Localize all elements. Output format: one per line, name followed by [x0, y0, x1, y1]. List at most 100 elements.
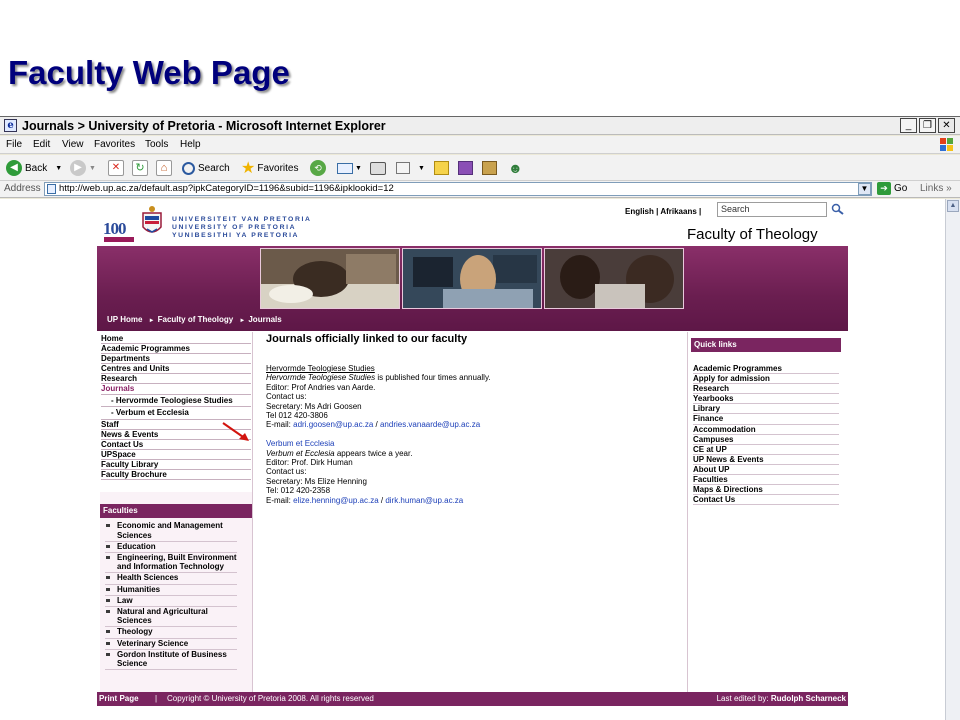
- address-input[interactable]: http://web.up.ac.za/default.asp?ipkCateg…: [44, 182, 872, 196]
- back-dropdown-icon[interactable]: ▼: [55, 165, 62, 172]
- back-arrow-icon: ◀: [6, 160, 22, 176]
- faculty-item[interactable]: Humanities: [105, 585, 237, 596]
- nav-journals[interactable]: Journals: [101, 384, 251, 395]
- quick-link[interactable]: CE at UP: [693, 445, 839, 455]
- journal2-title-link[interactable]: Verbum et Ecclesia: [266, 439, 666, 448]
- people-button[interactable]: ☻: [508, 159, 523, 177]
- toolbar: ◀ Back ▼ ▶ ▼ ✕ ↻ ⌂ Search ★ Favorites ⟲ …: [0, 155, 960, 181]
- breadcrumb-faculty[interactable]: Faculty of Theology: [158, 315, 234, 324]
- journal1-description-text: is published four times annually.: [375, 373, 491, 383]
- bullet-icon: [106, 555, 110, 559]
- edit-dropdown-icon[interactable]: ▼: [418, 165, 425, 172]
- journal1-email2-link[interactable]: andries.vanaarde@up.ac.za: [380, 420, 480, 429]
- journal1-email1-link[interactable]: adri.goosen@up.ac.za: [293, 420, 373, 429]
- faculty-item-label: Education: [117, 541, 156, 551]
- faculty-item-label: Humanities: [117, 584, 161, 594]
- links-button[interactable]: Links »: [920, 183, 952, 194]
- quick-link[interactable]: Campuses: [693, 435, 839, 445]
- lang-afrikaans-link[interactable]: Afrikaans: [660, 207, 696, 216]
- edit-button[interactable]: ▼: [396, 159, 425, 177]
- search-button[interactable]: Search: [182, 159, 230, 177]
- research-icon: [458, 161, 473, 175]
- last-edited: Last edited by: Rudolph Scharneck: [717, 692, 846, 706]
- faculty-item[interactable]: Law: [105, 596, 237, 607]
- quick-link[interactable]: Accommodation: [693, 425, 839, 435]
- minimize-button[interactable]: _: [900, 118, 917, 133]
- nav-sub-verbum[interactable]: - Verbum et Ecclesia: [101, 407, 251, 420]
- menubar: File Edit View Favorites Tools Help: [0, 136, 960, 154]
- print-button[interactable]: [370, 159, 386, 177]
- nav-faculty-brochure[interactable]: Faculty Brochure: [101, 470, 251, 481]
- back-button[interactable]: ◀ Back ▼: [6, 159, 62, 177]
- faculty-item[interactable]: Education: [105, 542, 237, 553]
- faculty-item[interactable]: Veterinary Science: [105, 639, 237, 650]
- faculty-item[interactable]: Engineering, Built Environment and Infor…: [105, 553, 237, 574]
- quick-link[interactable]: Academic Programmes: [693, 364, 839, 375]
- nav-centres-units[interactable]: Centres and Units: [101, 364, 251, 375]
- print-page-link[interactable]: Print Page: [99, 692, 139, 706]
- journal2-email1-link[interactable]: elize.henning@up.ac.za: [293, 496, 379, 505]
- nav-departments[interactable]: Departments: [101, 354, 251, 365]
- faculty-item[interactable]: Theology: [105, 627, 237, 639]
- refresh-button[interactable]: ↻: [132, 159, 151, 177]
- vertical-scrollbar[interactable]: ▲: [945, 199, 960, 720]
- site-search-input[interactable]: Search: [717, 202, 827, 217]
- quick-link[interactable]: Contact Us: [693, 495, 839, 506]
- breadcrumb-home[interactable]: UP Home: [107, 315, 142, 324]
- bullet-icon: [106, 587, 110, 591]
- menu-favorites[interactable]: Favorites: [94, 139, 135, 150]
- mail-dropdown-icon[interactable]: ▼: [355, 165, 362, 172]
- quick-link[interactable]: Faculties: [693, 475, 839, 486]
- nav-research[interactable]: Research: [101, 374, 251, 385]
- research-button[interactable]: [458, 159, 473, 177]
- address-dropdown-icon[interactable]: ▼: [858, 183, 871, 195]
- home-button[interactable]: ⌂: [156, 159, 175, 177]
- nav-faculty-library[interactable]: Faculty Library: [101, 460, 251, 471]
- mail-button[interactable]: ▼: [337, 159, 362, 177]
- nav-upspace[interactable]: UPSpace: [101, 450, 251, 460]
- quick-link[interactable]: About UP: [693, 465, 839, 476]
- people-icon: ☻: [508, 160, 523, 176]
- nav-academic-programmes[interactable]: Academic Programmes: [101, 344, 251, 355]
- discuss-button[interactable]: [434, 159, 449, 177]
- quick-link[interactable]: UP News & Events: [693, 455, 839, 465]
- menu-view[interactable]: View: [62, 139, 84, 150]
- lang-english-link[interactable]: English: [625, 207, 654, 216]
- journal2-email2-link[interactable]: dirk.human@up.ac.za: [385, 496, 463, 505]
- nav-sub-hervormde[interactable]: - Hervormde Teologiese Studies: [101, 395, 251, 408]
- right-column-rule: [687, 332, 688, 692]
- breadcrumb-arrow-icon: ►: [239, 318, 246, 324]
- favorites-button[interactable]: ★ Favorites: [241, 159, 298, 177]
- address-label: Address: [4, 183, 41, 194]
- site-search-icon[interactable]: [831, 203, 845, 215]
- menu-help[interactable]: Help: [180, 139, 201, 150]
- close-button[interactable]: ✕: [938, 118, 955, 133]
- journal1-description: Hervormde Teologiese Studies is publishe…: [266, 373, 666, 382]
- stop-button[interactable]: ✕: [108, 159, 127, 177]
- faculty-item[interactable]: Natural and Agricultural Sciences: [105, 607, 237, 628]
- quick-link[interactable]: Yearbooks: [693, 394, 839, 405]
- forward-button[interactable]: ▶ ▼: [70, 159, 96, 177]
- faculty-item[interactable]: Health Sciences: [105, 573, 237, 585]
- quick-link[interactable]: Apply for admission: [693, 374, 839, 385]
- quick-link[interactable]: Finance: [693, 414, 839, 425]
- messenger-button[interactable]: [482, 159, 497, 177]
- journal2-editor: Editor: Prof. Dirk Human: [266, 458, 353, 468]
- quick-link[interactable]: Research: [693, 384, 839, 395]
- faculty-item[interactable]: Economic and Management Sciences: [105, 521, 237, 542]
- restore-button[interactable]: ❐: [919, 118, 936, 133]
- faculty-item-label: Gordon Institute of Business Science: [117, 649, 227, 669]
- menu-edit[interactable]: Edit: [33, 139, 50, 150]
- menu-file[interactable]: File: [6, 139, 22, 150]
- quick-link[interactable]: Maps & Directions: [693, 485, 839, 496]
- breadcrumb-arrow-icon: ►: [148, 318, 155, 324]
- breadcrumb: UP Home ► Faculty of Theology ► Journals: [107, 315, 286, 324]
- scroll-up-icon[interactable]: ▲: [947, 200, 959, 212]
- menu-tools[interactable]: Tools: [145, 139, 168, 150]
- faculty-item[interactable]: Gordon Institute of Business Science: [105, 650, 237, 671]
- go-button[interactable]: ➔ Go: [877, 182, 907, 195]
- quick-link[interactable]: Library: [693, 404, 839, 415]
- history-button[interactable]: ⟲: [310, 159, 329, 177]
- nav-home[interactable]: Home: [101, 334, 251, 345]
- banner-photo-3: [544, 248, 684, 309]
